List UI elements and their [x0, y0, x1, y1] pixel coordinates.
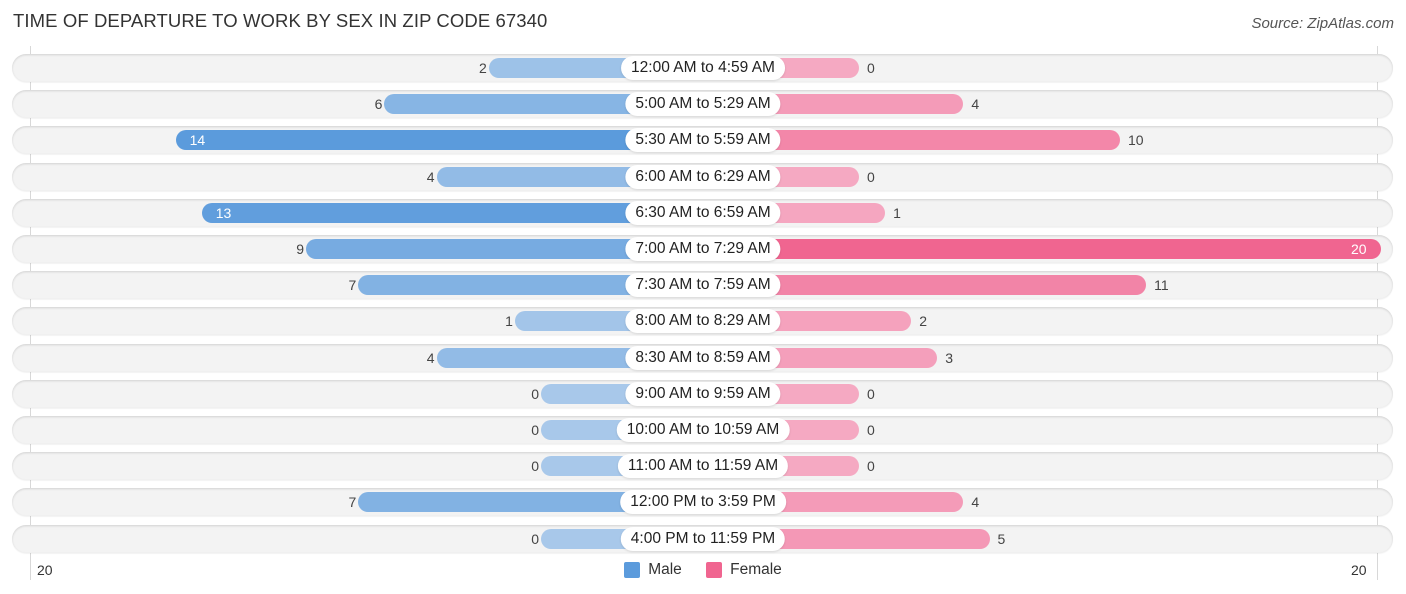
value-label-female: 0 — [867, 168, 875, 185]
value-label-male: 6 — [374, 96, 383, 113]
value-label-male: 7 — [348, 494, 357, 511]
legend-item-male[interactable]: Male — [624, 561, 682, 579]
category-label: 12:00 PM to 3:59 PM — [620, 490, 786, 515]
chart-title: TIME OF DEPARTURE TO WORK BY SEX IN ZIP … — [13, 10, 548, 31]
value-label-male: 7 — [348, 277, 357, 294]
source-label: Source: ZipAtlas.com — [1251, 15, 1394, 32]
value-label-female: 1 — [893, 204, 901, 221]
category-label: 8:00 AM to 8:29 AM — [625, 309, 781, 334]
category-label: 10:00 AM to 10:59 AM — [616, 418, 790, 442]
legend-label-male: Male — [648, 561, 682, 578]
value-label-female: 3 — [945, 349, 954, 366]
legend-item-female[interactable]: Female — [706, 561, 782, 579]
bar-female[interactable] — [703, 239, 1381, 259]
value-label-male: 9 — [296, 241, 305, 257]
value-label-female: 0 — [867, 422, 875, 438]
value-label-female: 0 — [867, 385, 875, 402]
value-label-female: 0 — [867, 458, 875, 475]
legend-swatch-female — [706, 562, 723, 578]
value-label-male: 2 — [479, 60, 487, 76]
value-label-female: 5 — [997, 530, 1006, 547]
value-label-female: 10 — [1128, 132, 1144, 149]
category-label: 7:00 AM to 7:29 AM — [625, 237, 781, 261]
value-label-male: 13 — [215, 204, 232, 221]
value-label-male: 0 — [531, 530, 539, 547]
category-label: 12:00 AM to 4:59 AM — [621, 56, 785, 80]
value-label-male: 4 — [426, 168, 435, 185]
category-label: 8:30 AM to 8:59 AM — [625, 345, 781, 370]
value-label-female: 4 — [971, 96, 980, 113]
legend-label-female: Female — [730, 561, 782, 578]
category-label: 4:00 PM to 11:59 PM — [620, 526, 786, 551]
category-label: 5:00 AM to 5:29 AM — [625, 92, 781, 117]
value-label-female: 0 — [867, 60, 875, 76]
category-label: 11:00 AM to 11:59 AM — [617, 454, 789, 479]
value-label-male: 14 — [189, 132, 206, 149]
legend: Male Female — [0, 561, 1406, 583]
value-label-female: 2 — [919, 313, 927, 330]
value-label-male: 1 — [505, 313, 513, 330]
category-label: 5:30 AM to 5:59 AM — [625, 128, 781, 153]
value-label-male: 0 — [531, 385, 539, 402]
category-label: 9:00 AM to 9:59 AM — [625, 381, 781, 406]
value-label-female: 20 — [1351, 241, 1367, 257]
value-label-female: 4 — [971, 494, 980, 511]
category-label: 6:00 AM to 6:29 AM — [625, 164, 781, 189]
value-label-male: 0 — [531, 422, 539, 438]
bar-male[interactable] — [175, 130, 703, 151]
value-label-female: 11 — [1154, 277, 1169, 294]
legend-swatch-male — [624, 562, 641, 578]
value-label-male: 0 — [531, 458, 539, 475]
value-label-male: 4 — [426, 349, 435, 366]
category-label: 7:30 AM to 7:59 AM — [625, 273, 781, 298]
category-label: 6:30 AM to 6:59 AM — [625, 200, 781, 225]
